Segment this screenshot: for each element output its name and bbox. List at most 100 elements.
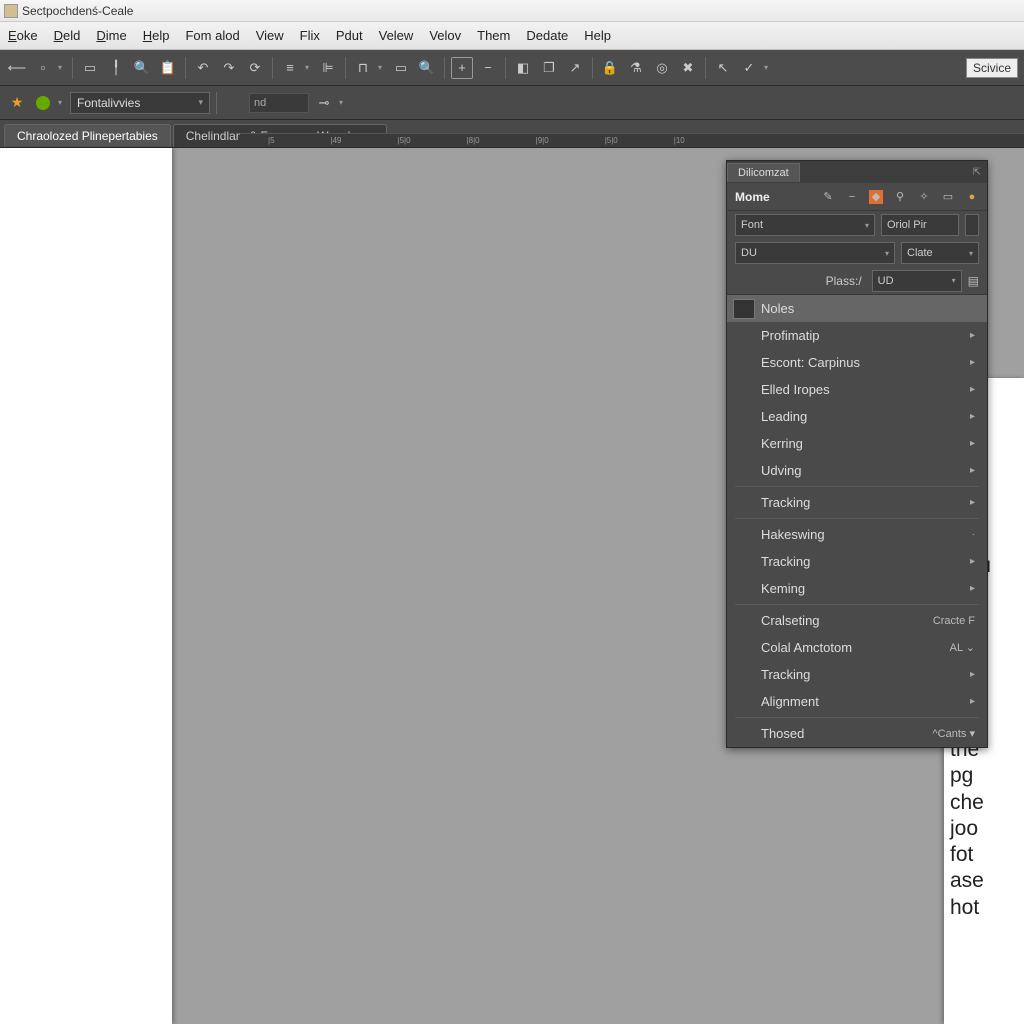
pointer-icon[interactable]: ↖ <box>712 57 734 79</box>
add-icon[interactable]: + <box>451 57 473 79</box>
chevron-right-icon: ▸ <box>970 497 975 508</box>
tab-1[interactable]: Chraolozed Plinepertabies <box>4 124 171 147</box>
menu-item-alignment[interactable]: Alignment▸ <box>727 688 987 715</box>
page-icon[interactable]: ▭ <box>941 190 955 204</box>
arrow-up-icon[interactable]: ↗ <box>564 57 586 79</box>
settings-icon[interactable]: ▤ <box>968 274 979 288</box>
menu-item-elled-iropes[interactable]: Elled Iropes▸ <box>727 376 987 403</box>
menu-item-tracking[interactable]: Tracking▸ <box>727 489 987 516</box>
separator <box>216 92 217 114</box>
menu-pdut[interactable]: Pdut <box>336 28 363 43</box>
nd-field[interactable]: nd <box>249 93 309 113</box>
pin-icon[interactable]: ⇱ <box>973 167 981 178</box>
minus-icon[interactable]: − <box>477 57 499 79</box>
menu-velov[interactable]: Velov <box>429 28 461 43</box>
layers-icon[interactable]: ❐ <box>538 57 560 79</box>
menu-item-kerring[interactable]: Kerring▸ <box>727 430 987 457</box>
ruler-mark: |8|0 <box>467 136 480 145</box>
star-icon[interactable]: ★ <box>6 92 28 114</box>
chevron-right-icon: ▸ <box>970 465 975 476</box>
menu-flix[interactable]: Flix <box>300 28 320 43</box>
slider-icon[interactable]: ⊸ <box>313 92 335 114</box>
menu-view[interactable]: View <box>256 28 284 43</box>
doc-icon[interactable]: ▫ <box>32 57 54 79</box>
menu-shortcut: ^Cants ▾ <box>933 727 975 740</box>
menu-them[interactable]: Them <box>477 28 510 43</box>
menu-item-thosed[interactable]: Thosed^Cants ▾ <box>727 720 987 747</box>
menu-deld[interactable]: Deld <box>54 28 81 43</box>
separator <box>272 57 273 79</box>
chevron-down-icon: ▾ <box>969 249 973 258</box>
body-text: pg <box>950 763 1018 789</box>
menu-dime[interactable]: Dime <box>96 28 126 43</box>
service-field[interactable]: Scivice <box>966 58 1018 78</box>
menu-fomalod[interactable]: Fom alod <box>185 28 239 43</box>
menu-item-label: Escont: Carpinus <box>761 355 860 370</box>
minus-icon[interactable]: − <box>845 190 859 204</box>
du-value-field[interactable]: Clate▾ <box>901 242 979 264</box>
font-label-field[interactable]: Font▾ <box>735 214 875 236</box>
dropdown-icon[interactable]: ▾ <box>378 63 386 72</box>
target-icon[interactable]: ◎ <box>651 57 673 79</box>
close-icon[interactable]: ✖ <box>677 57 699 79</box>
clipboard-icon[interactable]: 📋 <box>157 57 179 79</box>
puzzle-icon[interactable]: ◆ <box>869 190 883 204</box>
person-icon[interactable]: ⚲ <box>893 190 907 204</box>
menu-velew[interactable]: Velew <box>379 28 414 43</box>
font-extra-field[interactable] <box>965 214 979 236</box>
dropdown-icon[interactable]: ▾ <box>339 98 347 107</box>
dropdown-icon[interactable]: ▾ <box>58 98 66 107</box>
menu-item-tracking[interactable]: Tracking▸ <box>727 661 987 688</box>
circle-icon[interactable]: ● <box>965 190 979 204</box>
font-family-combo[interactable]: Fontalivvies ▾ <box>70 92 210 114</box>
dropdown-icon[interactable]: ▾ <box>764 63 772 72</box>
flask-icon[interactable]: ⚗ <box>625 57 647 79</box>
dropdown-icon[interactable]: ▾ <box>305 63 313 72</box>
wrench-icon[interactable]: ✧ <box>917 190 931 204</box>
search-icon[interactable]: 🔍 <box>131 57 153 79</box>
chevron-right-icon: ▸ <box>970 411 975 422</box>
dropdown-icon[interactable]: ▾ <box>58 63 66 72</box>
menu-eoke[interactable]: Eoke <box>8 28 38 43</box>
menu-item-tracking[interactable]: Tracking▸ <box>727 548 987 575</box>
menu-item-leading[interactable]: Leading▸ <box>727 403 987 430</box>
menu-item-escont-carpinus[interactable]: Escont: Carpinus▸ <box>727 349 987 376</box>
font-value-field[interactable]: Oriol Pir <box>881 214 959 236</box>
menu-item-udving[interactable]: Udving▸ <box>727 457 987 484</box>
menu-item-noles[interactable]: Noles <box>727 295 987 322</box>
document-tabbar: Chraolozed Plinepertabies Chelindlam & F… <box>0 120 1024 148</box>
chart-icon[interactable]: ╿ <box>105 57 127 79</box>
menu-help2[interactable]: Help <box>584 28 611 43</box>
frame-icon[interactable]: ⊓ <box>352 57 374 79</box>
screen-icon[interactable]: ▭ <box>390 57 412 79</box>
menu-item-cralseting[interactable]: CralsetingCracte F <box>727 607 987 634</box>
menu-dedate[interactable]: Dedate <box>526 28 568 43</box>
zoom-icon[interactable]: 🔍 <box>416 57 438 79</box>
menu-item-hakeswing[interactable]: Hakeswing· <box>727 521 987 548</box>
align-icon[interactable]: ⊫ <box>317 57 339 79</box>
back-icon[interactable]: ⟵ <box>6 57 28 79</box>
chevron-right-icon: ▸ <box>970 556 975 567</box>
menu-help[interactable]: Help <box>143 28 170 43</box>
menu-item-profimatip[interactable]: Profimatip▸ <box>727 322 987 349</box>
undo-icon[interactable]: ↶ <box>192 57 214 79</box>
page-left[interactable] <box>0 148 172 1024</box>
body-text: joo <box>950 816 1018 842</box>
menu-item-colal-amctotom[interactable]: Colal AmctotomAL ⌄ <box>727 634 987 661</box>
refresh-icon[interactable]: ⟳ <box>244 57 266 79</box>
menu-item-keming[interactable]: Keming▸ <box>727 575 987 602</box>
panel-tab-dilicomzat[interactable]: Dilicomzat <box>727 163 800 182</box>
check-icon[interactable]: ✓ <box>738 57 760 79</box>
menu-shortcut: AL ⌄ <box>950 641 975 654</box>
redo-icon[interactable]: ↷ <box>218 57 240 79</box>
list-icon[interactable]: ≡ <box>279 57 301 79</box>
pencil-icon[interactable]: ✎ <box>821 190 835 204</box>
lock-icon[interactable]: 🔒 <box>599 57 621 79</box>
green-dot-icon[interactable] <box>32 92 54 114</box>
window-icon[interactable]: ◧ <box>512 57 534 79</box>
blank-icon[interactable] <box>223 92 245 114</box>
separator <box>185 57 186 79</box>
plass-field[interactable]: UD▾ <box>872 270 962 292</box>
du-label-field[interactable]: DU▾ <box>735 242 895 264</box>
folder-icon[interactable]: ▭ <box>79 57 101 79</box>
